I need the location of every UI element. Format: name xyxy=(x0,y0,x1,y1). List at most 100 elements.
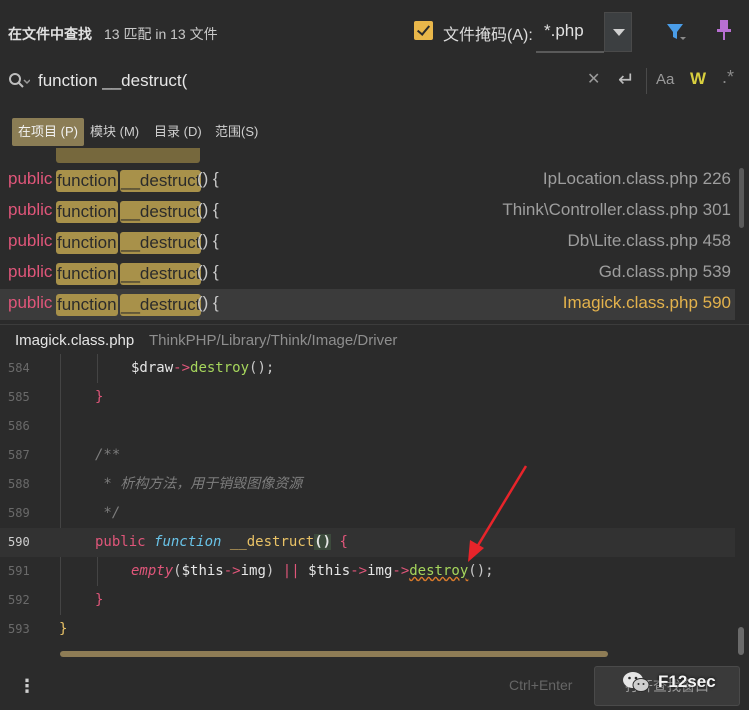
file-mask-input[interactable]: *.php xyxy=(536,11,604,53)
match-count: 13 匹配 in 13 文件 xyxy=(104,26,218,42)
result-keyword: public xyxy=(8,293,53,312)
code-line: 592 } xyxy=(0,586,735,615)
code-preview[interactable]: 584 $draw->destroy(); 585 } 586 587 /** … xyxy=(0,354,738,644)
match-highlight: function xyxy=(56,263,118,285)
match-highlight: __destruct xyxy=(120,232,202,254)
code-line: 587 /** xyxy=(0,441,735,470)
tab-scope[interactable]: 范围(S) xyxy=(215,118,258,146)
code-token: -> xyxy=(392,563,410,579)
code-token: destroy xyxy=(190,360,250,376)
tab-directory[interactable]: 目录 (D) xyxy=(154,118,202,146)
match-highlight: __destruct xyxy=(120,170,202,192)
line-number: 591 xyxy=(8,564,30,578)
code-comment: * 析构方法，用于销毁图像资源 xyxy=(95,476,303,492)
line-number: 588 xyxy=(8,477,30,491)
code-token: public xyxy=(95,534,146,550)
line-number: 587 xyxy=(8,448,30,462)
line-number: 590 xyxy=(8,535,30,549)
clear-icon[interactable]: ✕ xyxy=(587,69,600,89)
list-item[interactable]: public function __destruct () { Gd.class… xyxy=(0,258,735,289)
code-vertical-scrollbar[interactable] xyxy=(738,627,744,655)
result-tail: () { xyxy=(197,262,219,281)
watermark-text: F12sec xyxy=(658,672,716,691)
result-tail: () { xyxy=(197,293,219,312)
code-token: -> xyxy=(173,360,191,376)
regex-icon[interactable]: .* xyxy=(722,67,734,88)
code-token: || xyxy=(282,563,300,579)
find-in-files-header: 在文件中查找 13 匹配 in 13 文件 文件掩码(A): *.php xyxy=(0,0,749,64)
filter-icon[interactable] xyxy=(666,22,686,42)
result-file: Think\Controller.class.php 301 xyxy=(502,200,731,219)
match-highlight: __destruct xyxy=(120,263,202,285)
code-line-current: 590 public function __destruct() { xyxy=(0,528,735,557)
list-item[interactable]: public function __destruct () { Think\Co… xyxy=(0,196,735,227)
line-number: 592 xyxy=(8,593,30,607)
list-item[interactable]: public function __destruct () { Db\Lite.… xyxy=(0,227,735,258)
code-token: function xyxy=(154,534,222,550)
wechat-logo-icon xyxy=(623,672,650,692)
result-tail: () { xyxy=(197,169,219,188)
file-mask-dropdown-button[interactable] xyxy=(604,12,632,52)
code-token: __destruct xyxy=(229,534,315,550)
pin-icon[interactable] xyxy=(714,19,734,41)
scope-tabs: 在项目 (P) 模块 (M) 目录 (D) 范围(S) xyxy=(0,118,749,148)
code-token: -> xyxy=(223,563,241,579)
search-row: ✕ ↵ Aa W .* xyxy=(0,64,749,98)
code-horizontal-scrollbar[interactable] xyxy=(60,651,608,657)
code-token: $draw xyxy=(131,360,174,376)
code-token: empty xyxy=(131,563,174,579)
code-token: ) xyxy=(265,563,275,579)
match-highlight: function xyxy=(56,170,118,192)
line-number: 586 xyxy=(8,419,30,433)
result-file: Gd.class.php 539 xyxy=(598,262,731,281)
code-line: 591 empty($this->img) || $this->img->des… xyxy=(0,557,735,586)
results-scrollbar[interactable] xyxy=(739,168,744,228)
match-highlight: __destruct xyxy=(120,201,202,223)
preview-file-name: Imagick.class.php xyxy=(15,332,135,349)
line-number: 585 xyxy=(8,390,30,404)
code-line: 588 * 析构方法，用于销毁图像资源 xyxy=(0,470,735,499)
code-line: 589 */ xyxy=(0,499,735,528)
more-options-icon[interactable]: ⋮ xyxy=(18,676,36,697)
line-number: 589 xyxy=(8,506,30,520)
match-highlight: function xyxy=(56,201,118,223)
result-keyword: public xyxy=(8,169,53,188)
file-mask-value: *.php xyxy=(544,21,584,40)
preview-header: Imagick.class.php ThinkPHP/Library/Think… xyxy=(0,324,749,354)
match-highlight: __destruct xyxy=(120,294,202,316)
list-item[interactable]: public function __destruct () { IpLocati… xyxy=(0,165,735,196)
code-token: } xyxy=(95,592,104,608)
whole-words-toggle[interactable]: W xyxy=(690,69,706,89)
tab-in-project[interactable]: 在项目 (P) xyxy=(12,118,84,146)
dialog-title: 在文件中查找 xyxy=(8,26,92,42)
result-file: Imagick.class.php 590 xyxy=(562,293,731,312)
results-list: public function __destruct () { IpLocati… xyxy=(0,148,738,322)
preview-file-path: ThinkPHP/Library/Think/Image/Driver xyxy=(149,332,398,349)
code-token: } xyxy=(95,389,104,405)
toolbar-divider xyxy=(646,68,647,94)
code-comment: */ xyxy=(95,505,121,521)
annotation-arrow-icon xyxy=(468,465,528,562)
code-token: -> xyxy=(350,563,368,579)
result-keyword: public xyxy=(8,200,53,219)
list-item-selected[interactable]: public function __destruct () { Imagick.… xyxy=(0,289,735,320)
code-token: $this xyxy=(181,563,224,579)
file-mask-checkbox[interactable] xyxy=(414,21,433,40)
code-token: $this xyxy=(308,563,351,579)
match-case-toggle[interactable]: Aa xyxy=(656,71,674,88)
code-token: { xyxy=(339,534,348,550)
result-tail: () { xyxy=(197,231,219,250)
result-file: IpLocation.class.php 226 xyxy=(542,169,731,188)
code-token: img xyxy=(240,563,266,579)
result-keyword: public xyxy=(8,262,53,281)
result-keyword: public xyxy=(8,231,53,250)
code-token: () xyxy=(314,534,332,550)
line-number: 584 xyxy=(8,361,30,375)
search-icon[interactable] xyxy=(8,72,30,90)
code-line: 585 } xyxy=(0,383,735,412)
newline-icon[interactable]: ↵ xyxy=(618,67,635,92)
watermark: F12sec xyxy=(622,668,746,696)
search-input[interactable] xyxy=(38,69,558,93)
code-token: ( xyxy=(173,563,182,579)
tab-module[interactable]: 模块 (M) xyxy=(90,118,139,146)
